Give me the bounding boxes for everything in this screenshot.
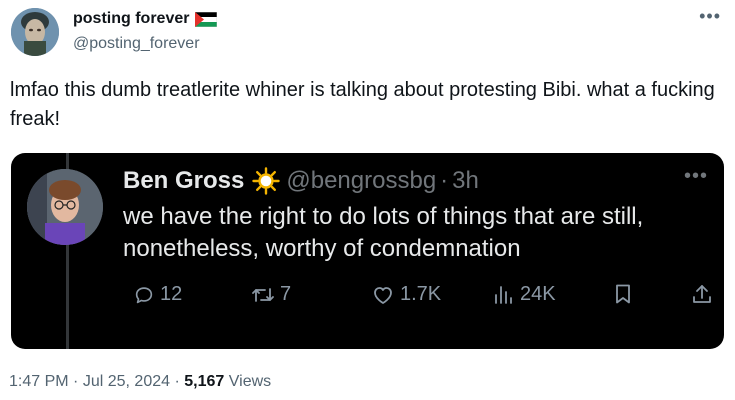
share-button[interactable] — [691, 283, 713, 305]
views-count: 24K — [520, 283, 556, 305]
author-row: posting forever — [73, 10, 218, 28]
views-total: 5,167 — [184, 373, 225, 390]
tweet-date[interactable]: Jul 25, 2024 — [83, 373, 170, 390]
repost-count: 7 — [280, 283, 292, 305]
avatar[interactable] — [11, 8, 59, 56]
quoted-tweet[interactable]: Ben Gross @bengrossbg · 3h ••• we have t… — [11, 153, 724, 349]
quote-header: Ben Gross @bengrossbg · 3h — [123, 167, 479, 195]
quote-action-bar: 12 7 1.7K 24K — [121, 283, 711, 313]
handle[interactable]: @posting_forever — [73, 35, 200, 53]
like-icon — [374, 286, 392, 304]
like-count: 1.7K — [400, 283, 442, 305]
quote-more-options-icon[interactable]: ••• — [684, 165, 708, 188]
quote-display-name[interactable]: Ben Gross — [123, 167, 244, 195]
separator-dot: · — [440, 167, 449, 194]
display-name[interactable]: posting forever — [73, 10, 189, 28]
views-icon — [495, 285, 512, 304]
separator-dot: · — [174, 373, 180, 390]
more-options-icon[interactable]: ••• — [699, 6, 721, 27]
bookmark-button[interactable] — [613, 283, 633, 305]
share-icon — [693, 285, 711, 303]
quote-handle[interactable]: @bengrossbg — [286, 167, 436, 195]
separator-dot: · — [73, 373, 79, 390]
sun-emoji-icon — [252, 167, 281, 195]
repost-button[interactable]: 7 — [251, 283, 291, 306]
bookmark-icon — [616, 284, 630, 304]
palestine-flag-icon — [195, 11, 218, 27]
repost-icon — [252, 287, 274, 302]
reply-count: 12 — [160, 283, 183, 305]
quote-timestamp[interactable]: 3h — [452, 167, 479, 195]
reply-icon — [135, 286, 153, 303]
views-button[interactable]: 24K — [493, 283, 556, 306]
tweet-text: lmfao this dumb treatlerite whiner is ta… — [10, 79, 715, 130]
like-button[interactable]: 1.7K — [371, 283, 441, 306]
tweet-meta: 1:47 PM · Jul 25, 2024 · 5,167 Views — [9, 373, 271, 391]
tweet-time[interactable]: 1:47 PM — [9, 373, 69, 390]
quote-text: we have the right to do lots of things t… — [123, 203, 644, 262]
views-label: Views — [228, 373, 272, 390]
quote-avatar[interactable] — [27, 169, 103, 245]
reply-button[interactable]: 12 — [133, 283, 182, 306]
